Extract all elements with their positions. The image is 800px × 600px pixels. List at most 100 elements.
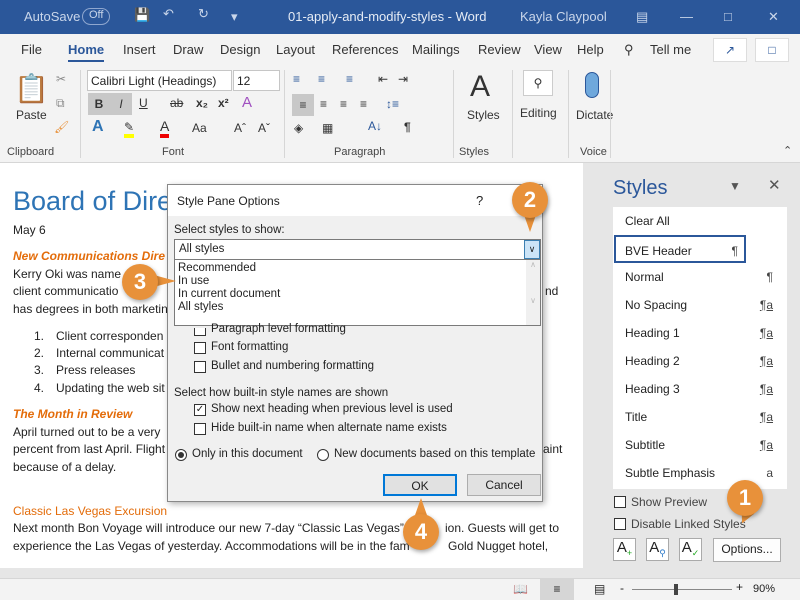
find-icon[interactable]: ⚲ bbox=[523, 70, 553, 96]
maximize-icon[interactable]: □ bbox=[724, 9, 732, 24]
tab-review[interactable]: Review bbox=[478, 42, 521, 57]
format-painter-icon[interactable]: 🖌 bbox=[54, 120, 69, 134]
italic-button[interactable]: I bbox=[110, 93, 132, 115]
style-item[interactable]: BVE Header ¶ bbox=[614, 235, 746, 263]
tell-me[interactable]: Tell me bbox=[650, 42, 691, 57]
align-left-button[interactable]: ≡ bbox=[292, 94, 314, 116]
text-effects-icon[interactable]: A bbox=[92, 118, 104, 136]
zoom-slider[interactable] bbox=[632, 589, 732, 590]
ok-button[interactable]: OK bbox=[383, 474, 457, 496]
tab-mailings[interactable]: Mailings bbox=[412, 42, 460, 57]
font-name-box[interactable]: Calibri Light (Headings) bbox=[87, 70, 232, 91]
tab-view[interactable]: View bbox=[534, 42, 562, 57]
ribbon-display-icon[interactable]: ▤ bbox=[636, 9, 648, 25]
underline-button[interactable]: U bbox=[139, 96, 148, 110]
grow-font-icon[interactable]: Aˆ bbox=[234, 121, 246, 135]
tab-design[interactable]: Design bbox=[220, 42, 260, 57]
tab-layout[interactable]: Layout bbox=[276, 42, 315, 57]
clear-formatting-icon[interactable]: A bbox=[242, 94, 252, 111]
tab-help[interactable]: Help bbox=[577, 42, 604, 57]
multilevel-list-icon[interactable]: ≡ bbox=[346, 72, 353, 86]
increase-indent-icon[interactable]: ⇥ bbox=[398, 72, 408, 86]
shrink-font-icon[interactable]: Aˇ bbox=[258, 121, 270, 135]
share-icon[interactable]: ↗ bbox=[713, 38, 747, 62]
checkbox[interactable] bbox=[194, 328, 206, 336]
bold-button[interactable]: B bbox=[88, 93, 110, 115]
redo-icon[interactable]: ↻ bbox=[198, 6, 209, 22]
shading-icon[interactable]: ◈ bbox=[294, 121, 303, 135]
radio-selected[interactable] bbox=[175, 449, 187, 461]
print-layout-icon[interactable]: ≡ bbox=[540, 579, 574, 600]
font-color-icon[interactable]: A bbox=[160, 118, 170, 138]
options-button[interactable]: Options... bbox=[713, 538, 781, 562]
styles-gallery-icon[interactable]: A bbox=[470, 70, 490, 104]
line-spacing-icon[interactable]: ↕≡ bbox=[386, 97, 399, 111]
tab-draw[interactable]: Draw bbox=[173, 42, 203, 57]
pane-options-icon[interactable]: ▼ bbox=[729, 179, 741, 193]
tab-file[interactable]: File bbox=[21, 42, 42, 57]
style-item[interactable]: Heading 1 ¶a bbox=[613, 319, 787, 347]
checkbox[interactable] bbox=[194, 361, 206, 373]
bullets-icon[interactable]: ≡ bbox=[293, 72, 300, 86]
decrease-indent-icon[interactable]: ⇤ bbox=[378, 72, 388, 86]
checkbox-checked[interactable]: ✓ bbox=[194, 404, 206, 416]
numbering-icon[interactable]: ≡ bbox=[318, 72, 325, 86]
chevron-down-icon[interactable]: ∨ bbox=[524, 240, 540, 259]
option-recommended[interactable]: Recommended bbox=[178, 262, 256, 274]
option-in-use[interactable]: In use bbox=[178, 275, 209, 287]
style-item[interactable]: Subtle Emphasis a bbox=[613, 459, 787, 487]
strikethrough-button[interactable]: ab bbox=[170, 96, 183, 110]
read-mode-icon[interactable]: 📖 bbox=[513, 582, 528, 596]
zoom-level[interactable]: 90% bbox=[753, 583, 775, 595]
align-center-button[interactable]: ≡ bbox=[320, 97, 327, 111]
checkbox[interactable] bbox=[194, 423, 206, 435]
superscript-button[interactable]: x² bbox=[218, 96, 229, 110]
close-icon[interactable]: ✕ bbox=[768, 9, 779, 25]
user-name[interactable]: Kayla Claypool bbox=[520, 9, 607, 24]
zoom-slider-thumb[interactable] bbox=[674, 584, 679, 595]
disable-linked-checkbox[interactable] bbox=[614, 518, 626, 530]
show-preview-checkbox[interactable] bbox=[614, 496, 626, 508]
customize-qat-icon[interactable]: ▾ bbox=[231, 9, 238, 25]
style-inspector-icon[interactable]: A⚲ bbox=[646, 538, 669, 561]
style-item[interactable]: Title ¶a bbox=[613, 403, 787, 431]
style-item[interactable]: Clear All bbox=[613, 207, 787, 235]
tab-references[interactable]: References bbox=[332, 42, 398, 57]
style-item[interactable]: Subtitle ¶a bbox=[613, 431, 787, 459]
close-pane-icon[interactable]: ✕ bbox=[768, 176, 781, 194]
autosave-toggle[interactable]: Off bbox=[82, 8, 111, 25]
web-layout-icon[interactable]: ▤ bbox=[594, 582, 605, 596]
styles-to-show-select[interactable]: All styles ∨ bbox=[174, 239, 541, 260]
paste-button[interactable]: Paste bbox=[16, 108, 47, 122]
help-button[interactable]: ? bbox=[476, 193, 483, 208]
styles-button[interactable]: Styles bbox=[467, 108, 500, 122]
copy-icon[interactable]: ⧉ bbox=[56, 96, 65, 111]
subscript-button[interactable]: x₂ bbox=[196, 96, 208, 110]
change-case-icon[interactable]: Aa bbox=[192, 121, 207, 135]
sort-icon[interactable]: A↓ bbox=[368, 119, 382, 133]
dropdown-scrollbar[interactable]: ∧ ∨ bbox=[526, 260, 540, 325]
tab-insert[interactable]: Insert bbox=[123, 42, 156, 57]
cancel-button[interactable]: Cancel bbox=[467, 474, 541, 496]
show-formatting-icon[interactable]: ¶ bbox=[404, 120, 411, 134]
minimize-icon[interactable]: — bbox=[680, 9, 693, 24]
manage-styles-icon[interactable]: A✓ bbox=[679, 538, 702, 561]
style-item[interactable]: Heading 2 ¶a bbox=[613, 347, 787, 375]
microphone-icon[interactable] bbox=[585, 72, 599, 98]
comments-icon[interactable]: □ bbox=[755, 38, 789, 62]
justify-button[interactable]: ≡ bbox=[360, 97, 367, 111]
dictate-button[interactable]: Dictate bbox=[576, 108, 613, 122]
align-right-button[interactable]: ≡ bbox=[340, 97, 347, 111]
checkbox[interactable] bbox=[194, 342, 206, 354]
zoom-in-button[interactable]: + bbox=[736, 580, 743, 594]
font-size-box[interactable]: 12 bbox=[233, 70, 280, 91]
cut-icon[interactable]: ✂ bbox=[56, 72, 66, 86]
collapse-ribbon-icon[interactable]: ⌃ bbox=[783, 144, 792, 157]
style-item[interactable]: Normal ¶ bbox=[613, 263, 787, 291]
radio[interactable] bbox=[317, 449, 329, 461]
borders-icon[interactable]: ▦ bbox=[322, 121, 333, 135]
editing-button[interactable]: Editing bbox=[520, 106, 557, 120]
save-icon[interactable]: 💾 bbox=[134, 7, 150, 23]
highlight-icon[interactable]: ✎ bbox=[124, 120, 135, 138]
option-in-current-document[interactable]: In current document bbox=[178, 288, 280, 300]
